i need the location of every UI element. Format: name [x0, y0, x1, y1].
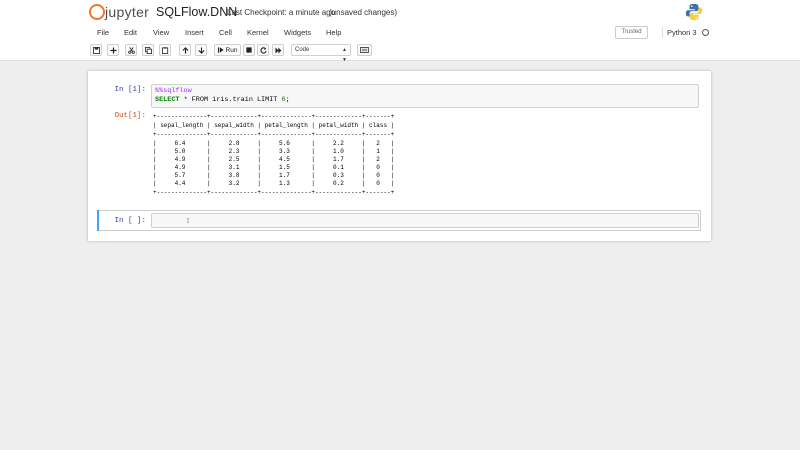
logo-text: jupyter	[105, 4, 150, 20]
menu-view[interactable]: View	[153, 28, 169, 37]
trusted-badge[interactable]: Trusted	[615, 26, 648, 39]
move-down-icon	[197, 46, 205, 54]
table-row: | 4.9 | 3.1 | 1.5 | 0.1 | 0 |	[153, 164, 395, 171]
command-palette-icon	[360, 47, 369, 53]
sql-keyword: SELECT	[155, 96, 180, 104]
menu-widgets[interactable]: Widgets	[284, 28, 311, 37]
move-down-button[interactable]	[195, 44, 207, 56]
menu-help[interactable]: Help	[326, 28, 341, 37]
magic-command: %%sqlflow	[155, 87, 192, 95]
python-logo-icon	[685, 3, 703, 21]
run-button[interactable]: Run	[214, 44, 241, 56]
run-label: Run	[225, 46, 238, 54]
notebook-name[interactable]: SQLFlow.DNN	[156, 5, 237, 19]
copy-icon	[144, 46, 152, 54]
checkpoint-status: Last Checkpoint: a minute ago	[227, 8, 336, 17]
command-palette-button[interactable]	[357, 44, 372, 56]
menu-file[interactable]: File	[97, 28, 109, 37]
header: jupyter SQLFlow.DNN Last Checkpoint: a m…	[0, 0, 800, 25]
cell-type-value: Code	[295, 47, 310, 53]
stop-button[interactable]	[243, 44, 255, 56]
output-prompt: Out[1]:	[114, 112, 146, 120]
table-row: | 6.4 | 2.8 | 5.6 | 2.2 | 2 |	[153, 140, 395, 147]
code-line: %%sqlflow	[155, 87, 192, 95]
move-up-icon	[181, 46, 189, 54]
code-input-area[interactable]	[151, 213, 699, 228]
menu-insert[interactable]: Insert	[185, 28, 204, 37]
code-line: SELECT * FROM iris.train LIMIT 6;	[155, 96, 290, 104]
table-row: | 5.0 | 2.3 | 3.3 | 1.0 | 1 |	[153, 148, 395, 155]
table-row: | 4.4 | 3.2 | 1.3 | 0.2 | 0 |	[153, 180, 395, 187]
code-input-area[interactable]: %%sqlflow SELECT * FROM iris.train LIMIT…	[151, 84, 699, 108]
table-row: | 5.7 | 3.8 | 1.7 | 0.3 | 0 |	[153, 172, 395, 179]
paste-button[interactable]	[159, 44, 171, 56]
add-cell-icon	[109, 46, 117, 54]
copy-button[interactable]	[142, 44, 154, 56]
text-cursor-icon	[187, 215, 189, 226]
kernel-idle-icon	[702, 29, 709, 36]
cut-button[interactable]	[125, 44, 137, 56]
code-text: ;	[285, 96, 290, 104]
save-icon	[92, 46, 100, 54]
table-border: +--------------+-------------+----------…	[153, 113, 395, 120]
move-up-button[interactable]	[179, 44, 191, 56]
table-row: | 4.9 | 2.5 | 4.5 | 1.7 | 2 |	[153, 156, 395, 163]
run-icon	[217, 47, 224, 53]
restart-button[interactable]	[257, 44, 269, 56]
add-cell-button[interactable]	[107, 44, 119, 56]
menu-cell[interactable]: Cell	[219, 28, 232, 37]
cell-type-select[interactable]: Code ▲ ▼	[291, 44, 351, 63]
kernel-name[interactable]: Python 3	[667, 28, 697, 37]
restart-run-all-button[interactable]	[272, 44, 284, 56]
restart-icon	[259, 46, 267, 54]
stop-icon	[246, 47, 252, 53]
select-arrows-icon: ▲ ▼	[342, 47, 347, 63]
jupyter-logo-icon	[88, 3, 105, 21]
cut-icon	[127, 46, 135, 54]
jupyter-logo[interactable]: jupyter	[88, 2, 149, 22]
input-prompt: In [1]:	[114, 86, 146, 94]
table-border: +--------------+-------------+----------…	[153, 189, 395, 196]
table-border: +--------------+-------------+----------…	[153, 131, 395, 138]
toolbar: Run	[0, 41, 800, 61]
selected-cell-indicator	[97, 210, 99, 231]
paste-icon	[161, 46, 168, 54]
menu-edit[interactable]: Edit	[124, 28, 137, 37]
unsaved-status: (unsaved changes)	[329, 8, 398, 17]
code-text: * FROM iris.train LIMIT	[179, 96, 282, 104]
menu-kernel[interactable]: Kernel	[247, 28, 269, 37]
input-prompt: In [ ]:	[114, 217, 146, 225]
fast-forward-icon	[274, 46, 281, 54]
divider	[662, 27, 663, 38]
save-button[interactable]	[90, 44, 102, 56]
table-header: | sepal_length | sepal_width | petal_len…	[153, 122, 395, 129]
